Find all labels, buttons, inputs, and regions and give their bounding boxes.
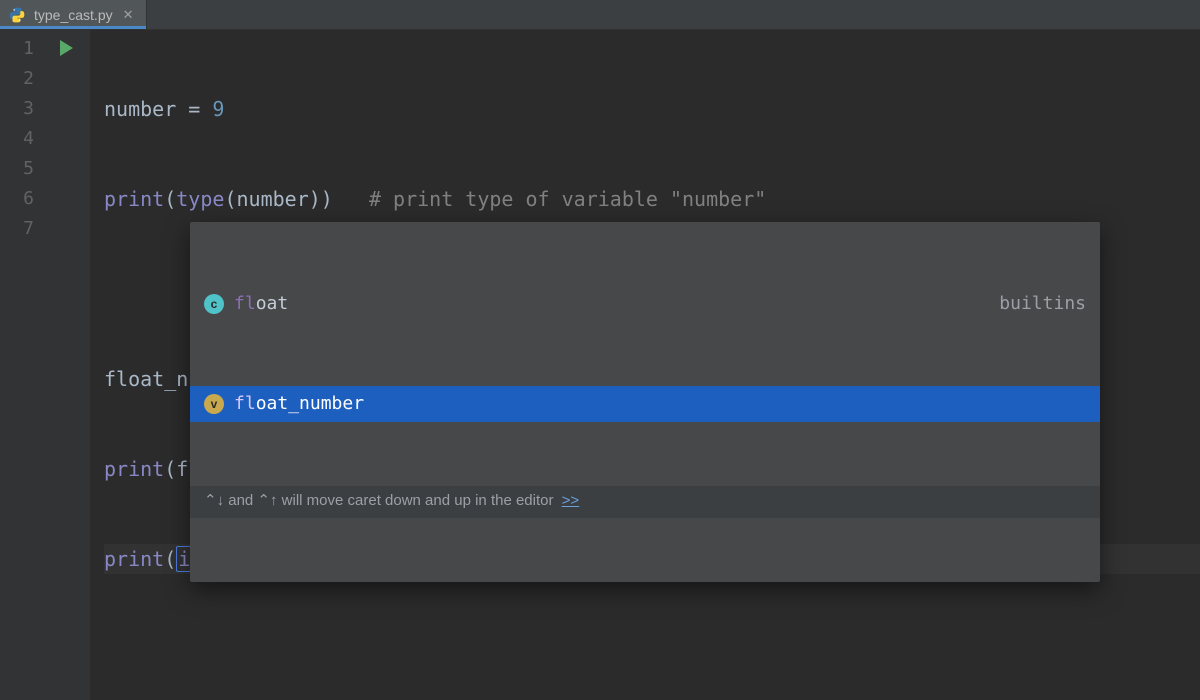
tab-filename: type_cast.py (34, 7, 113, 23)
line-number[interactable]: 5 (0, 154, 34, 184)
close-tab-icon[interactable]: ✕ (121, 7, 136, 23)
run-icon[interactable] (56, 38, 76, 58)
code-line[interactable]: number = 9 (104, 94, 1200, 124)
tab-bar: type_cast.py ✕ (0, 0, 1200, 30)
active-tab-indicator (0, 26, 146, 29)
python-file-icon (8, 6, 26, 24)
line-number[interactable]: 4 (0, 124, 34, 154)
line-number[interactable]: 2 (0, 64, 34, 94)
line-number[interactable]: 3 (0, 94, 34, 124)
variable-badge-icon: v (204, 394, 224, 414)
completion-item[interactable]: c float builtins (190, 286, 1100, 322)
line-number-gutter: 1 2 3 4 5 6 7 (0, 30, 42, 700)
code-line[interactable] (104, 634, 1200, 664)
line-number[interactable]: 7 (0, 214, 34, 244)
editor: 1 2 3 4 5 6 7 number = 9 print(type(numb… (0, 30, 1200, 700)
completion-item-selected[interactable]: v float_number (190, 386, 1100, 422)
completion-popup: c float builtins v float_number ⌃↓ and ⌃… (190, 222, 1100, 582)
completion-hint: ⌃↓ and ⌃↑ will move caret down and up in… (190, 486, 1100, 518)
file-tab[interactable]: type_cast.py ✕ (0, 0, 147, 29)
class-badge-icon: c (204, 294, 224, 314)
completion-hint-link[interactable]: >> (562, 485, 580, 517)
run-gutter (42, 30, 90, 700)
code-line[interactable]: print(type(number)) # print type of vari… (104, 184, 1200, 214)
code-area[interactable]: number = 9 print(type(number)) # print t… (90, 30, 1200, 700)
completion-source: builtins (999, 288, 1086, 320)
line-number[interactable]: 1 (0, 34, 34, 64)
line-number[interactable]: 6 (0, 184, 34, 214)
